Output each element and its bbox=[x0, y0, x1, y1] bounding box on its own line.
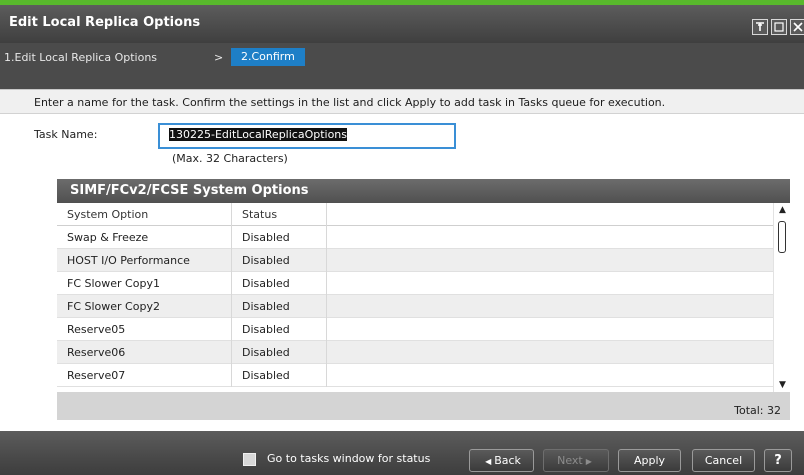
status-cell: Disabled bbox=[232, 318, 327, 341]
status-cell: Disabled bbox=[232, 226, 327, 249]
cancel-button[interactable]: Cancel bbox=[692, 449, 755, 472]
next-label: Next bbox=[557, 454, 583, 467]
wizard-steps: 1.Edit Local Replica Options > 2.Confirm bbox=[0, 43, 804, 89]
system-options-panel: SIMF/FCv2/FCSE System Options System Opt… bbox=[57, 179, 790, 420]
table-row[interactable]: FC Slower Copy1 Disabled bbox=[57, 272, 773, 295]
status-cell: Disabled bbox=[232, 364, 327, 387]
pin-icon[interactable] bbox=[752, 19, 768, 35]
task-name-value: 130225-EditLocalReplicaOptions bbox=[169, 128, 348, 141]
table-title: SIMF/FCv2/FCSE System Options bbox=[57, 179, 790, 203]
column-header-empty bbox=[327, 203, 773, 226]
go-to-tasks-checkbox[interactable] bbox=[243, 453, 256, 466]
table-row[interactable]: Reserve05 Disabled bbox=[57, 318, 773, 341]
table-row[interactable]: Reserve06 Disabled bbox=[57, 341, 773, 364]
system-option-cell: HOST I/O Performance bbox=[57, 249, 232, 272]
empty-cell bbox=[327, 364, 773, 387]
system-options-table: System Option Status Swap & Freeze Disab… bbox=[57, 203, 773, 392]
window-titlebar: Edit Local Replica Options bbox=[0, 5, 804, 43]
column-header-status[interactable]: Status bbox=[232, 203, 327, 226]
system-option-cell: Swap & Freeze bbox=[57, 226, 232, 249]
wizard-step-confirm: 2.Confirm bbox=[231, 48, 305, 66]
instruction-text: Enter a name for the task. Confirm the s… bbox=[0, 89, 804, 114]
system-option-cell: Reserve06 bbox=[57, 341, 232, 364]
table-scrollbar[interactable]: ▲ ▼ bbox=[773, 203, 790, 392]
table-total: Total: 32 bbox=[734, 404, 781, 417]
back-label: Back bbox=[494, 454, 521, 467]
apply-button[interactable]: Apply bbox=[618, 449, 681, 472]
empty-cell bbox=[327, 226, 773, 249]
column-header-system-option[interactable]: System Option bbox=[57, 203, 232, 226]
back-button[interactable]: ◀ Back bbox=[469, 449, 534, 472]
scroll-thumb[interactable] bbox=[778, 221, 786, 253]
maximize-icon[interactable] bbox=[771, 19, 787, 35]
empty-cell bbox=[327, 295, 773, 318]
empty-cell bbox=[327, 318, 773, 341]
task-name-label: Task Name: bbox=[34, 128, 98, 141]
footer-bar: Go to tasks window for status ◀ Back Next… bbox=[0, 431, 804, 475]
system-option-cell: Reserve07 bbox=[57, 364, 232, 387]
table-header-row: System Option Status bbox=[57, 203, 773, 226]
scroll-up-icon[interactable]: ▲ bbox=[774, 203, 791, 217]
next-button[interactable]: Next ▶ bbox=[543, 449, 609, 472]
go-to-tasks-label[interactable]: Go to tasks window for status bbox=[267, 452, 430, 465]
empty-cell bbox=[327, 272, 773, 295]
system-option-cell: Reserve05 bbox=[57, 318, 232, 341]
wizard-step-separator: > bbox=[214, 51, 224, 64]
system-option-cell: FC Slower Copy1 bbox=[57, 272, 232, 295]
help-button[interactable]: ? bbox=[764, 449, 792, 472]
chevron-left-icon: ◀ bbox=[485, 457, 492, 466]
task-name-input[interactable]: 130225-EditLocalReplicaOptions bbox=[158, 123, 456, 149]
table-row[interactable]: HOST I/O Performance Disabled bbox=[57, 249, 773, 272]
status-cell: Disabled bbox=[232, 295, 327, 318]
system-option-cell: FC Slower Copy2 bbox=[57, 295, 232, 318]
status-cell: Disabled bbox=[232, 272, 327, 295]
scroll-down-icon[interactable]: ▼ bbox=[774, 378, 791, 392]
window-title: Edit Local Replica Options bbox=[9, 15, 201, 30]
table-row[interactable]: Swap & Freeze Disabled bbox=[57, 226, 773, 249]
chevron-right-icon: ▶ bbox=[585, 457, 592, 466]
close-icon[interactable] bbox=[790, 19, 804, 35]
task-name-hint: (Max. 32 Characters) bbox=[172, 152, 288, 165]
wizard-step-edit: 1.Edit Local Replica Options bbox=[4, 51, 158, 64]
status-cell: Disabled bbox=[232, 249, 327, 272]
table-row[interactable]: Reserve07 Disabled bbox=[57, 364, 773, 387]
status-cell: Disabled bbox=[232, 341, 327, 364]
table-row[interactable]: FC Slower Copy2 Disabled bbox=[57, 295, 773, 318]
empty-cell bbox=[327, 249, 773, 272]
empty-cell bbox=[327, 341, 773, 364]
